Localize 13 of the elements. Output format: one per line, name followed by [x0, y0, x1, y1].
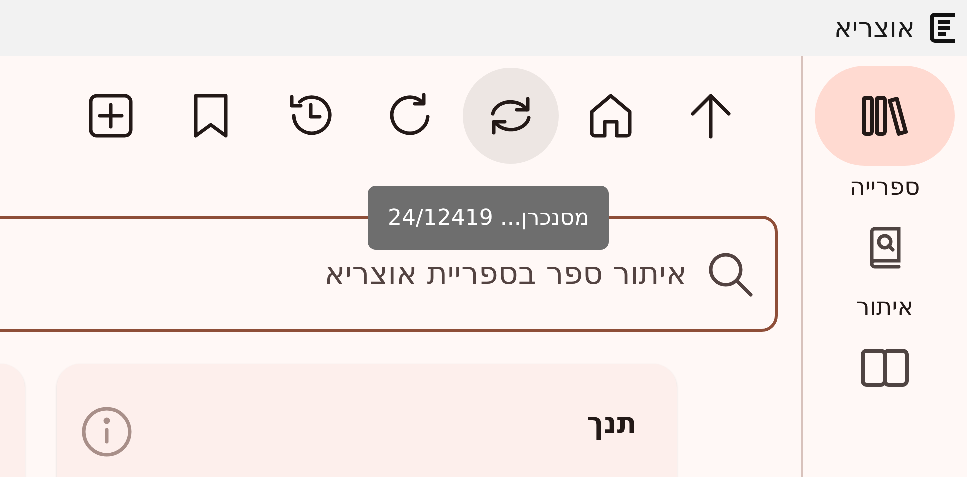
home-icon	[589, 93, 633, 139]
bookmark-icon	[193, 93, 229, 139]
tooltip: מסנכרן... 24/12419	[368, 186, 610, 250]
info-icon[interactable]	[81, 406, 133, 458]
books-icon	[861, 95, 909, 137]
card-title: תנך	[587, 406, 637, 440]
find-nav-item[interactable]: איתור	[815, 214, 955, 322]
app-logo-icon	[929, 12, 955, 44]
up-arrow-icon	[689, 92, 733, 140]
add-box-icon	[88, 93, 134, 139]
window-title: אוצריא	[834, 12, 915, 44]
open-book-icon	[860, 348, 910, 388]
book-card[interactable]: תנך	[57, 364, 677, 477]
